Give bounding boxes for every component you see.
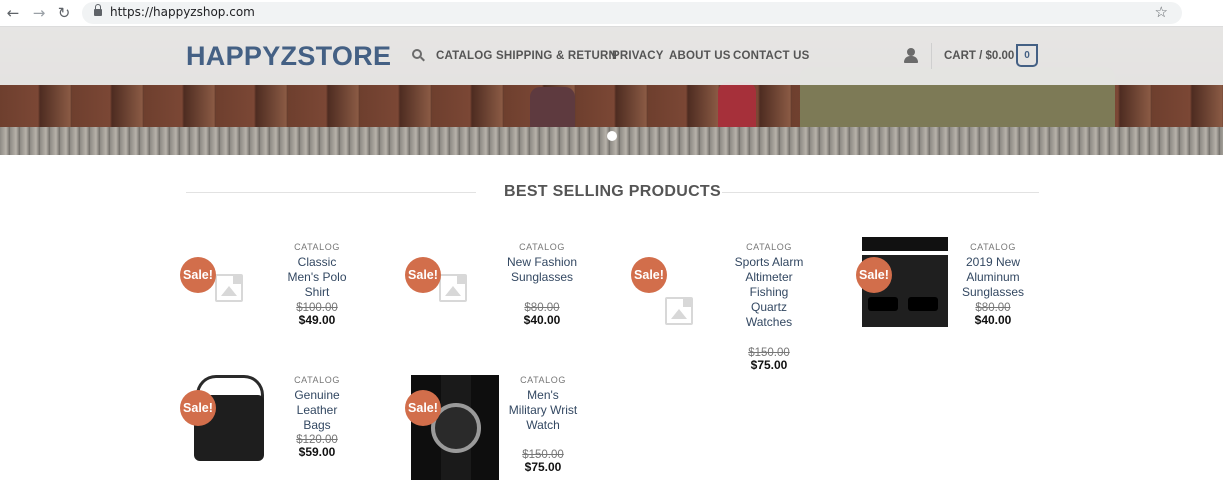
product-price: $40.00 <box>523 313 561 327</box>
forward-arrow-icon[interactable]: → <box>30 4 48 22</box>
slider-dot[interactable] <box>607 131 617 141</box>
product-name[interactable]: Sports Alarm Altimeter Fishing Quartz Wa… <box>734 255 804 330</box>
product-category[interactable]: CATALOG <box>724 242 814 252</box>
address-bar[interactable]: https://happyzshop.com ☆ <box>82 2 1182 24</box>
product-name[interactable]: Men's Military Wrist Watch <box>508 388 578 433</box>
image-placeholder-icon[interactable] <box>215 274 243 302</box>
product-name[interactable]: 2019 New Aluminum Sunglasses <box>953 255 1033 300</box>
lock-icon <box>94 4 102 17</box>
product-name[interactable]: Genuine Leather Bags <box>282 388 352 433</box>
browser-toolbar: ← → ↻ https://happyzshop.com ☆ <box>0 0 1223 27</box>
product-price: $59.00 <box>298 445 336 459</box>
sale-badge: Sale! <box>856 257 892 293</box>
image-placeholder-icon[interactable] <box>439 274 467 302</box>
nav-catalog[interactable]: CATALOG <box>436 50 493 62</box>
cart-count-badge[interactable]: 0 <box>1016 44 1038 67</box>
header-divider <box>931 43 932 69</box>
product-price: $40.00 <box>974 313 1012 327</box>
product-price: $75.00 <box>750 358 788 372</box>
product-name[interactable]: New Fashion Sunglasses <box>502 255 582 285</box>
sale-badge: Sale! <box>405 257 441 293</box>
nav-shipping-return[interactable]: SHIPPING & RETURN <box>496 50 617 62</box>
sale-badge: Sale! <box>180 257 216 293</box>
nav-about-us[interactable]: ABOUT US <box>669 50 731 62</box>
nav-contact-us[interactable]: CONTACT US <box>733 50 810 62</box>
reload-icon[interactable]: ↻ <box>55 4 73 22</box>
product-price: $49.00 <box>298 313 336 327</box>
section-divider-right <box>722 192 1039 193</box>
site-logo[interactable]: HAPPYZSTORE <box>186 41 391 72</box>
bookmark-star-icon[interactable]: ☆ <box>1155 3 1168 21</box>
section-divider-left <box>186 192 476 193</box>
image-placeholder-icon[interactable] <box>665 297 693 325</box>
account-icon[interactable] <box>904 48 918 64</box>
section-title: BEST SELLING PRODUCTS <box>504 183 721 200</box>
nav-privacy[interactable]: PRIVACY <box>612 50 664 62</box>
product-price: $75.00 <box>524 460 562 474</box>
search-icon[interactable] <box>412 49 425 62</box>
product-category[interactable]: CATALOG <box>272 242 362 252</box>
product-category[interactable]: CATALOG <box>497 242 587 252</box>
site-header: HAPPYZSTORE CATALOG SHIPPING & RETURN PR… <box>0 27 1223 85</box>
sale-badge: Sale! <box>180 390 216 426</box>
product-category[interactable]: CATALOG <box>498 375 588 385</box>
product-name[interactable]: Classic Men's Polo Shirt <box>282 255 352 300</box>
cart-link[interactable]: CART / $0.00 <box>944 50 1014 62</box>
sale-badge: Sale! <box>631 257 667 293</box>
product-category[interactable]: CATALOG <box>948 242 1038 252</box>
back-arrow-icon[interactable]: ← <box>4 4 22 22</box>
product-category[interactable]: CATALOG <box>272 375 362 385</box>
sale-badge: Sale! <box>405 390 441 426</box>
url-text: https://happyzshop.com <box>110 5 255 19</box>
